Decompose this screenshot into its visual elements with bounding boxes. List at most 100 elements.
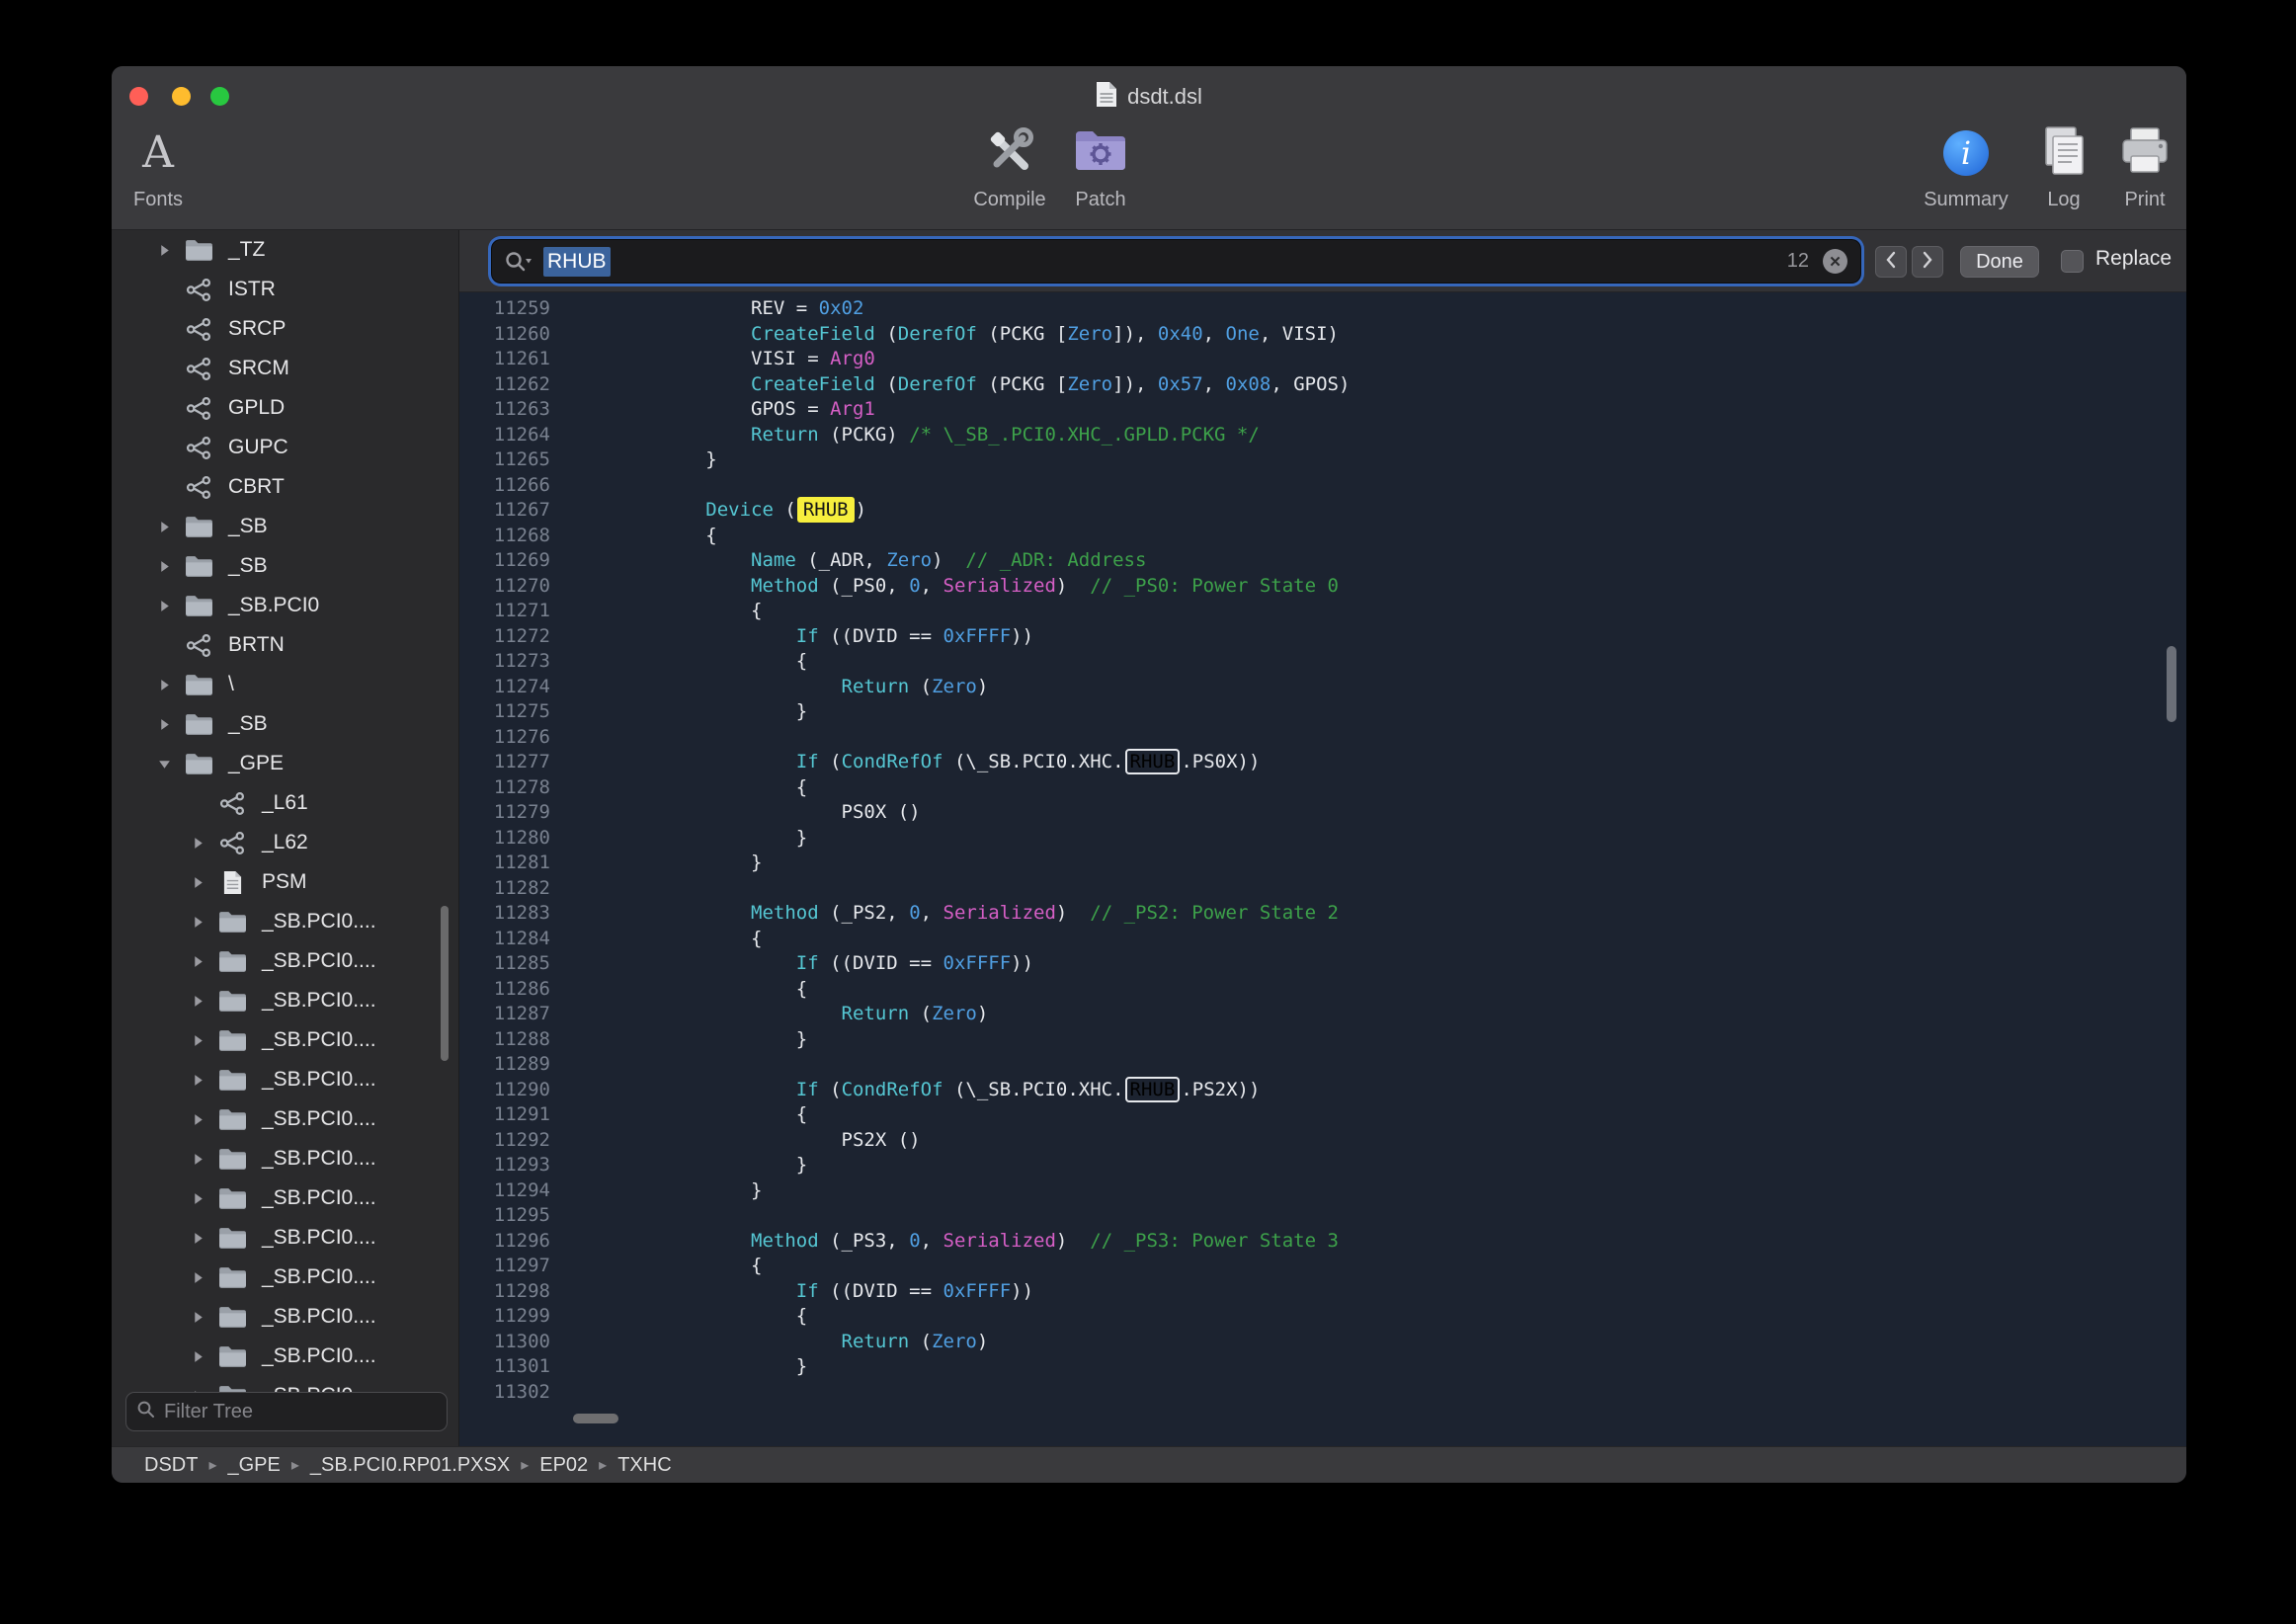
toolbar-item-patch[interactable]: Patch	[1031, 120, 1170, 211]
code-line[interactable]: 11264 Return (PCKG) /* \_SB_.PCI0.XHC_.G…	[459, 423, 2186, 448]
toolbar-item-print[interactable]: Print	[2076, 120, 2186, 211]
code-line[interactable]: 11284 {	[459, 927, 2186, 952]
disclosure-triangle-icon[interactable]	[185, 1310, 210, 1325]
tree-item[interactable]: _SB	[112, 704, 459, 744]
code-line[interactable]: 11292 PS2X ()	[459, 1128, 2186, 1154]
code-line[interactable]: 11276	[459, 725, 2186, 751]
replace-checkbox[interactable]	[2061, 250, 2084, 273]
disclosure-triangle-icon[interactable]	[151, 678, 177, 692]
tree-item[interactable]: GPLD	[112, 388, 459, 428]
breadcrumb-item[interactable]: DSDT	[144, 1454, 198, 1477]
tree-item[interactable]: _SB	[112, 507, 459, 546]
search-icon[interactable]	[504, 250, 533, 274]
disclosure-triangle-icon[interactable]	[185, 954, 210, 969]
code-line[interactable]: 11287 Return (Zero)	[459, 1002, 2186, 1027]
code-line[interactable]: 11274 Return (Zero)	[459, 675, 2186, 700]
disclosure-triangle-icon[interactable]	[151, 717, 177, 732]
code-line[interactable]: 11270 Method (_PS0, 0, Serialized) // _P…	[459, 574, 2186, 600]
disclosure-triangle-icon[interactable]	[151, 520, 177, 534]
disclosure-triangle-icon[interactable]	[185, 1112, 210, 1127]
tree-item[interactable]: _SB.PCI0....	[112, 941, 459, 981]
tree-item[interactable]: _SB.PCI0....	[112, 1139, 459, 1178]
code-line[interactable]: 11263 GPOS = Arg1	[459, 397, 2186, 423]
code-line[interactable]: 11288 }	[459, 1027, 2186, 1053]
code-line[interactable]: 11298 If ((DVID == 0xFFFF))	[459, 1279, 2186, 1305]
previous-match-button[interactable]	[1875, 246, 1907, 278]
disclosure-triangle-icon[interactable]	[185, 1270, 210, 1285]
disclosure-triangle-icon[interactable]	[185, 836, 210, 851]
code-line[interactable]: 11290 If (CondRefOf (\_SB.PCI0.XHC.RHUB.…	[459, 1078, 2186, 1103]
tree-item[interactable]: _SB.PCI0....	[112, 981, 459, 1020]
tree-item[interactable]: _GPE	[112, 744, 459, 783]
code-line[interactable]: 11262 CreateField (DerefOf (PCKG [Zero])…	[459, 372, 2186, 398]
filter-tree-input[interactable]	[164, 1401, 437, 1423]
tree-item[interactable]: _SB.PCI0....	[112, 1258, 459, 1297]
done-button[interactable]: Done	[1960, 246, 2039, 278]
code-line[interactable]: 11300 Return (Zero)	[459, 1330, 2186, 1355]
code-line[interactable]: 11280 }	[459, 826, 2186, 852]
toolbar-item-fonts[interactable]: A Fonts	[112, 120, 227, 211]
tree-item[interactable]: _SB	[112, 546, 459, 586]
code-line[interactable]: 11268 {	[459, 524, 2186, 549]
disclosure-triangle-icon[interactable]	[185, 1231, 210, 1246]
code-line[interactable]: 11285 If ((DVID == 0xFFFF))	[459, 951, 2186, 977]
tree-item[interactable]: _SB.PCI0....	[112, 1060, 459, 1099]
disclosure-triangle-icon[interactable]	[185, 1152, 210, 1167]
code-line[interactable]: 11286 {	[459, 977, 2186, 1003]
tree-item[interactable]: CBRT	[112, 467, 459, 507]
tree-item[interactable]: GUPC	[112, 428, 459, 467]
code-line[interactable]: 11302	[459, 1380, 2186, 1406]
tree-item[interactable]: ISTR	[112, 270, 459, 309]
code-line[interactable]: 11281 }	[459, 851, 2186, 876]
tree-item[interactable]: _SB.PCI0....	[112, 1099, 459, 1139]
tree-item[interactable]: BRTN	[112, 625, 459, 665]
code-line[interactable]: 11299 {	[459, 1304, 2186, 1330]
code-line[interactable]: 11289	[459, 1052, 2186, 1078]
code-line[interactable]: 11277 If (CondRefOf (\_SB.PCI0.XHC.RHUB.…	[459, 750, 2186, 775]
editor-vertical-scrollbar[interactable]	[2167, 646, 2176, 722]
code-line[interactable]: 11301 }	[459, 1354, 2186, 1380]
breadcrumb-item[interactable]: TXHC	[617, 1454, 671, 1477]
code-line[interactable]: 11282	[459, 876, 2186, 902]
tree-item[interactable]: _SB.PCI0....	[112, 1020, 459, 1060]
code-line[interactable]: 11291 {	[459, 1102, 2186, 1128]
disclosure-triangle-icon[interactable]	[185, 1033, 210, 1048]
code-line[interactable]: 11261 VISI = Arg0	[459, 347, 2186, 372]
code-line[interactable]: 11259 REV = 0x02	[459, 296, 2186, 322]
code-line[interactable]: 11272 If ((DVID == 0xFFFF))	[459, 624, 2186, 650]
code-line[interactable]: 11266	[459, 473, 2186, 499]
disclosure-triangle-icon[interactable]	[151, 757, 177, 771]
tree-item[interactable]: _TZ	[112, 230, 459, 270]
disclosure-triangle-icon[interactable]	[151, 559, 177, 574]
clear-search-icon[interactable]: ✕	[1823, 249, 1847, 274]
tree-item[interactable]: _SB.PCI0	[112, 586, 459, 625]
code-line[interactable]: 11296 Method (_PS3, 0, Serialized) // _P…	[459, 1229, 2186, 1255]
tree-item[interactable]: _SB.PCI0....	[112, 1337, 459, 1376]
code-line[interactable]: 11260 CreateField (DerefOf (PCKG [Zero])…	[459, 322, 2186, 348]
code-line[interactable]: 11293 }	[459, 1153, 2186, 1178]
tree-item[interactable]: _SB.PCI0....	[112, 902, 459, 941]
tree-item[interactable]: _SB.PCI0....	[112, 1218, 459, 1258]
tree-item[interactable]: _SB.PCI0....	[112, 1297, 459, 1337]
disclosure-triangle-icon[interactable]	[185, 1191, 210, 1206]
tree-item[interactable]: _L62	[112, 823, 459, 862]
tree-item[interactable]: _SB.PCI0....	[112, 1178, 459, 1218]
code-line[interactable]: 11297 {	[459, 1254, 2186, 1279]
filter-tree-field[interactable]	[125, 1392, 448, 1431]
tree-item[interactable]: SRCM	[112, 349, 459, 388]
tree-item[interactable]: \	[112, 665, 459, 704]
code-line[interactable]: 11273 {	[459, 649, 2186, 675]
code-line[interactable]: 11265 }	[459, 447, 2186, 473]
disclosure-triangle-icon[interactable]	[185, 915, 210, 930]
disclosure-triangle-icon[interactable]	[185, 1349, 210, 1364]
breadcrumb-item[interactable]: EP02	[539, 1454, 588, 1477]
tree-item[interactable]: PSM	[112, 862, 459, 902]
tree-item[interactable]: SRCP	[112, 309, 459, 349]
find-input[interactable]: RHUB 12 ✕	[492, 240, 1860, 283]
code-editor[interactable]: 11259 REV = 0x0211260 CreateField (Deref…	[459, 292, 2186, 1446]
disclosure-triangle-icon[interactable]	[151, 243, 177, 258]
tree-item[interactable]: _L61	[112, 783, 459, 823]
code-line[interactable]: 11294 }	[459, 1178, 2186, 1204]
code-line[interactable]: 11275 }	[459, 699, 2186, 725]
code-line[interactable]: 11271 {	[459, 599, 2186, 624]
